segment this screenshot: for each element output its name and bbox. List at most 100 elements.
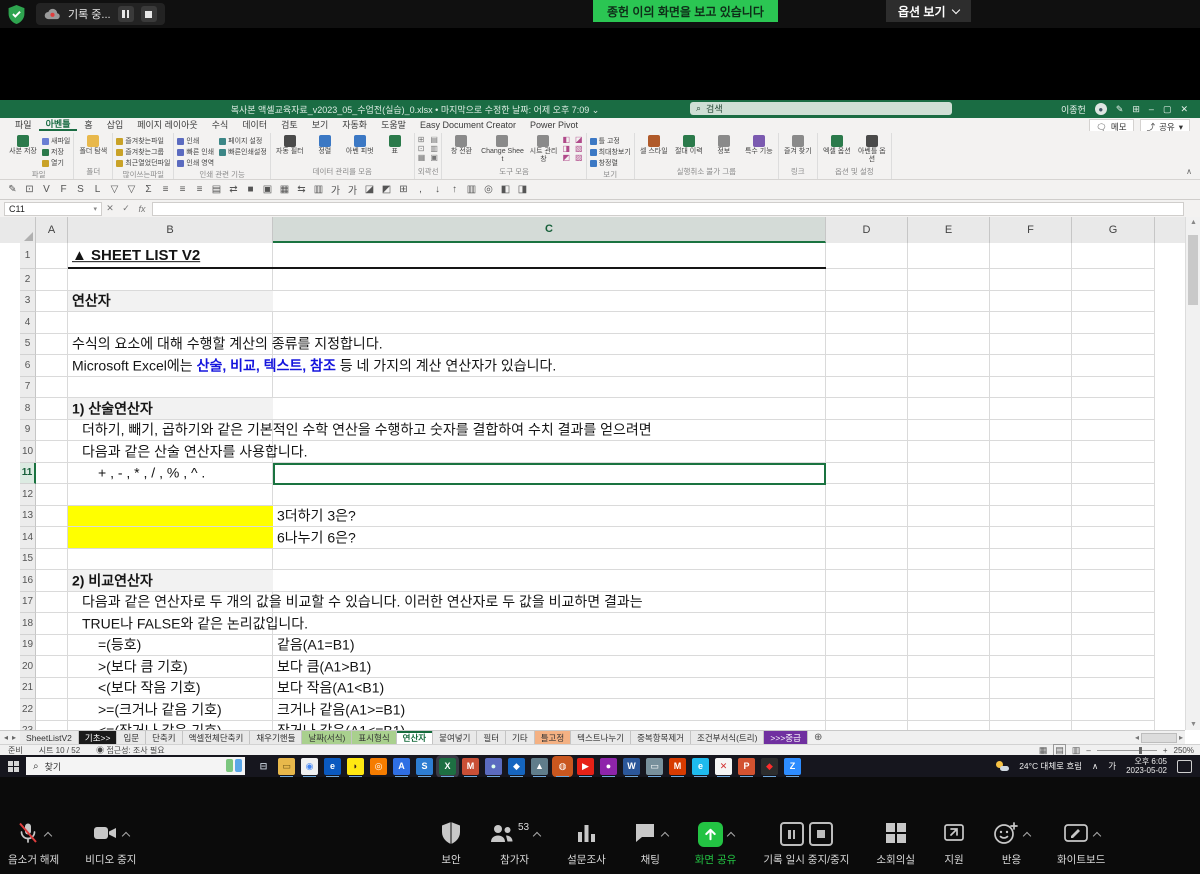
ribbon-button[interactable]: Change Sheet	[480, 133, 524, 164]
zoom-video-button[interactable]: 비디오 중지	[85, 820, 136, 867]
cell-G22[interactable]	[1072, 699, 1155, 721]
cell-F8[interactable]	[990, 398, 1072, 420]
chevron-up-icon[interactable]	[533, 832, 541, 840]
ribbon-button[interactable]: 자동 필터	[274, 133, 306, 156]
ribbon-button[interactable]: 표	[379, 133, 411, 156]
cell-D11[interactable]	[826, 463, 908, 485]
cell-F6[interactable]	[990, 355, 1072, 377]
ribbon-button[interactable]: ▦	[418, 154, 426, 162]
cell-G21[interactable]	[1072, 678, 1155, 700]
cell-C7[interactable]	[273, 377, 826, 399]
ribbon-button[interactable]: 열기	[42, 158, 70, 168]
file-explorer-icon[interactable]: ▭	[278, 758, 295, 775]
ribbon-button[interactable]: 즐겨찾는파일	[116, 136, 170, 146]
cell-D16[interactable]	[826, 570, 908, 592]
format-painter-icon[interactable]: ✎	[4, 184, 21, 195]
l-icon[interactable]: L	[89, 184, 106, 195]
row-header-2[interactable]: 2	[20, 269, 36, 291]
ribbon-button[interactable]: 최대창보기	[590, 147, 631, 157]
vertical-scrollbar[interactable]: ▲ ▼	[1185, 217, 1200, 730]
menu-tab-자동화[interactable]: 자동화	[335, 118, 374, 131]
close-button[interactable]: ✕	[1180, 104, 1188, 115]
cancel-icon[interactable]: ✕	[102, 203, 118, 214]
cell-E5[interactable]	[908, 334, 990, 356]
filter-clear-icon[interactable]: ▽	[123, 184, 140, 195]
zoom-record-button[interactable]: 기록 일시 중지/중지	[763, 820, 849, 867]
cell-A20[interactable]	[36, 656, 68, 678]
sheet-tab-표시형식[interactable]: 표시형식	[352, 731, 396, 744]
cell-G9[interactable]	[1072, 420, 1155, 442]
cell-D10[interactable]	[826, 441, 908, 463]
ribbon-button[interactable]: 인쇄 영역	[177, 158, 214, 168]
comma-style-icon[interactable]: ,	[412, 184, 429, 195]
ribbon-button[interactable]: 빠른 인쇄	[177, 147, 214, 157]
column-header-C[interactable]: C	[273, 217, 826, 243]
powerpoint-icon[interactable]: P	[738, 758, 755, 775]
menu-tab-페이지 레이아웃[interactable]: 페이지 레이아웃	[130, 118, 204, 131]
cell-F4[interactable]	[990, 312, 1072, 334]
cell-A13[interactable]	[36, 506, 68, 528]
cell-A17[interactable]	[36, 592, 68, 614]
zoom-out-icon[interactable]: –	[1086, 746, 1090, 755]
ribbon-button[interactable]: 폴더 탐색	[77, 133, 109, 156]
taskbar-search[interactable]: ⌕ 찾기	[26, 757, 245, 775]
remote-desktop-icon[interactable]: ▭	[646, 758, 663, 775]
cell-F18[interactable]	[990, 613, 1072, 635]
cell-E9[interactable]	[908, 420, 990, 442]
cell-E19[interactable]	[908, 635, 990, 657]
cell-C15[interactable]	[273, 549, 826, 571]
ribbon-button[interactable]: 셀 스타일	[638, 133, 670, 156]
cell-G13[interactable]	[1072, 506, 1155, 528]
cell-D5[interactable]	[826, 334, 908, 356]
ribbon-button[interactable]: 특수 기능	[743, 133, 775, 156]
row-header-5[interactable]: 5	[20, 334, 36, 356]
copy-icon[interactable]: ⊡	[21, 184, 38, 195]
cell-E15[interactable]	[908, 549, 990, 571]
filter-icon[interactable]: ▽	[106, 184, 123, 195]
cell-G1[interactable]	[1072, 243, 1155, 269]
cell-G12[interactable]	[1072, 484, 1155, 506]
cell-F14[interactable]	[990, 527, 1072, 549]
cell-D22[interactable]	[826, 699, 908, 721]
row-header-23[interactable]: 23	[20, 721, 36, 731]
sheet-tab-액셀전체단축키[interactable]: 액셀전체단축키	[183, 731, 251, 744]
purple-app-icon[interactable]: ●	[600, 758, 617, 775]
menu-tab-삽입[interactable]: 삽입	[100, 118, 131, 131]
cell-D2[interactable]	[826, 269, 908, 291]
avatar[interactable]: ●	[1095, 103, 1107, 115]
ribbon-button[interactable]: 틀 고정	[590, 136, 631, 146]
cell-E16[interactable]	[908, 570, 990, 592]
cell-D14[interactable]	[826, 527, 908, 549]
minimize-button[interactable]: –	[1149, 104, 1154, 114]
zoom-in-icon[interactable]: +	[1163, 746, 1168, 755]
zoom-support-button[interactable]: 지원	[942, 820, 966, 867]
name-box[interactable]: C11 ▾	[4, 202, 102, 216]
zoom-share-button[interactable]: 화면 공유	[695, 820, 737, 867]
cell-A14[interactable]	[36, 527, 68, 549]
cell-A8[interactable]	[36, 398, 68, 420]
excel-icon[interactable]: X	[439, 758, 456, 775]
column-header-F[interactable]: F	[990, 217, 1072, 243]
ie-icon[interactable]: e	[692, 758, 709, 775]
cell-B4[interactable]	[68, 312, 273, 334]
zoom-breakout-button[interactable]: 소회의실	[876, 820, 915, 867]
cell-F19[interactable]	[990, 635, 1072, 657]
fx-icon[interactable]: fx	[134, 204, 150, 214]
menu-tab-Easy Document Creator[interactable]: Easy Document Creator	[413, 118, 523, 131]
row-header-3[interactable]: 3	[20, 291, 36, 313]
word-icon[interactable]: W	[623, 758, 640, 775]
cell-C16[interactable]	[273, 570, 826, 592]
ribbon-button[interactable]: 저장	[42, 147, 70, 157]
menu-tab-데이터[interactable]: 데이터	[235, 118, 274, 131]
sphere-app-icon[interactable]: ●	[485, 758, 502, 775]
shield-app-icon[interactable]: ◆	[508, 758, 525, 775]
ribbon-button[interactable]: 창 전환	[445, 133, 477, 156]
row-header-12[interactable]: 12	[20, 484, 36, 506]
merge-center-icon[interactable]: ▤	[208, 184, 225, 195]
cell-G2[interactable]	[1072, 269, 1155, 291]
sheet-tab-채우기핸들[interactable]: 채우기핸들	[250, 731, 302, 744]
cell-E4[interactable]	[908, 312, 990, 334]
cell-C18[interactable]	[273, 613, 826, 635]
sheet-next-icon[interactable]: ▸	[12, 733, 16, 742]
zoom-mic-off-button[interactable]: 음소거 해제	[8, 820, 59, 867]
